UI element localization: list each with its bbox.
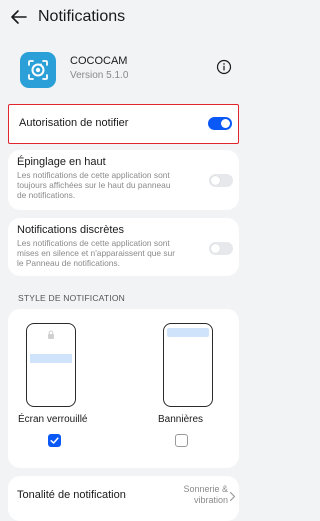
tone-card[interactable]: Tonalité de notification Sonnerie & vibr… xyxy=(8,476,239,521)
camera-icon xyxy=(28,60,48,80)
lock-icon xyxy=(48,330,54,339)
banner-preview[interactable] xyxy=(163,323,213,407)
back-arrow-icon[interactable] xyxy=(8,6,30,28)
style-card: Écran verrouillé Bannières xyxy=(8,309,239,468)
pinned-title: Épinglage en haut xyxy=(17,156,106,168)
permission-label: Autorisation de notifier xyxy=(19,117,129,129)
discreet-description: Les notifications de cette application s… xyxy=(17,238,176,268)
app-name: COCOCAM xyxy=(70,55,128,67)
discreet-title: Notifications discrètes xyxy=(17,224,124,236)
permission-toggle[interactable] xyxy=(208,117,232,130)
lockscreen-notification-bar xyxy=(30,354,72,363)
notification-permission-row[interactable]: Autorisation de notifier xyxy=(8,104,239,144)
app-icon xyxy=(20,52,56,88)
header: Notifications xyxy=(0,0,247,40)
lockscreen-preview[interactable] xyxy=(26,323,76,407)
info-icon[interactable] xyxy=(216,59,232,75)
check-icon xyxy=(50,437,59,444)
pinned-card[interactable]: Épinglage en haut Les notifications de c… xyxy=(8,150,239,210)
lockscreen-label: Écran verrouillé xyxy=(18,414,88,425)
banner-label: Bannières xyxy=(158,414,204,425)
pinned-toggle[interactable] xyxy=(209,174,233,187)
banner-notification-bar xyxy=(167,328,209,337)
section-label-style: STYLE DE NOTIFICATION xyxy=(18,293,125,303)
discreet-card[interactable]: Notifications discrètes Les notification… xyxy=(8,218,239,276)
lockscreen-checkbox[interactable] xyxy=(48,434,61,447)
app-version: Version 5.1.0 xyxy=(70,70,129,81)
tone-value: Sonnerie & vibration xyxy=(183,484,228,505)
page-title: Notifications xyxy=(38,8,126,25)
pinned-description: Les notifications de cette application s… xyxy=(17,170,171,200)
tone-label: Tonalité de notification xyxy=(17,489,126,501)
chevron-right-icon xyxy=(229,491,236,502)
discreet-toggle[interactable] xyxy=(209,242,233,255)
banner-checkbox[interactable] xyxy=(175,434,188,447)
